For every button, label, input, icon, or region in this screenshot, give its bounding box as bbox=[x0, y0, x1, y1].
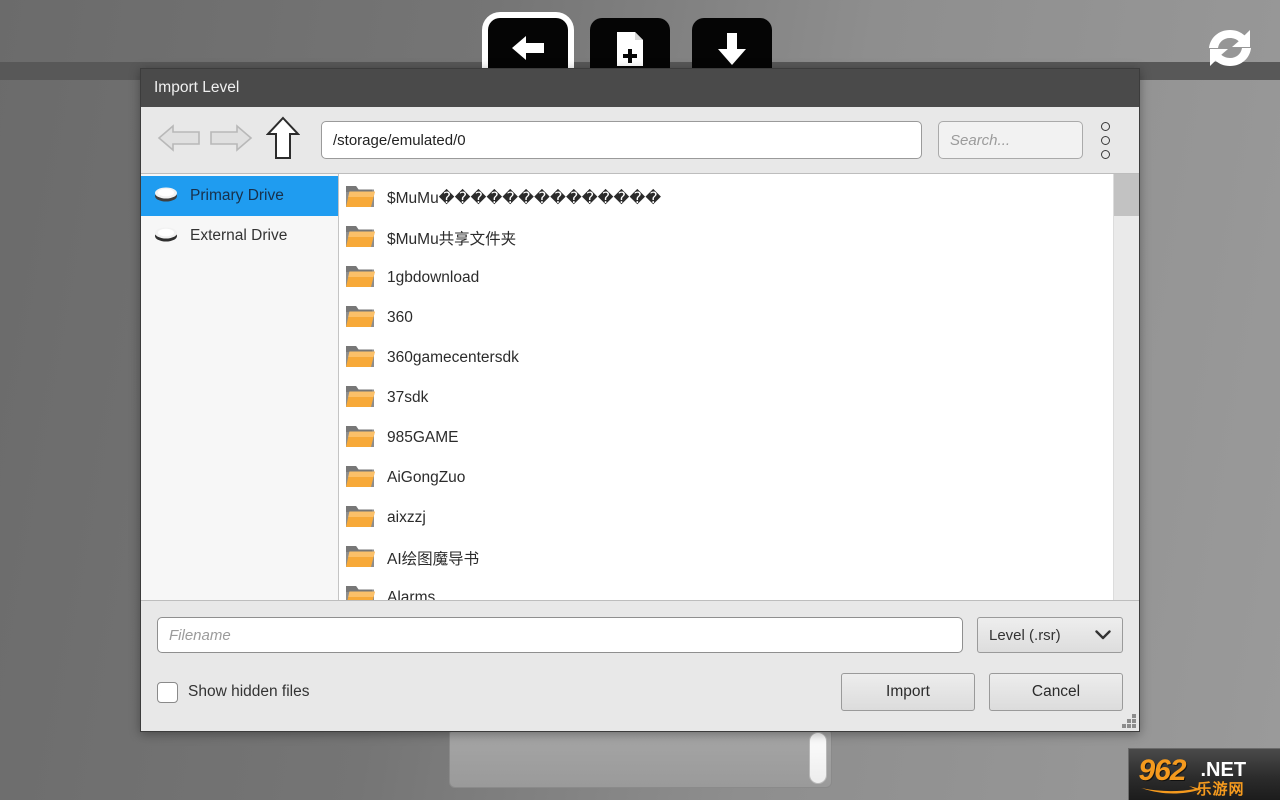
file-name: $MuMu共享文件夹 bbox=[387, 231, 517, 248]
file-row[interactable]: AI绘图魔导书 bbox=[339, 538, 1139, 578]
refresh-button[interactable] bbox=[1200, 20, 1260, 80]
file-row[interactable]: $MuMu共享文件夹 bbox=[339, 218, 1139, 258]
overflow-menu-icon[interactable] bbox=[1083, 114, 1127, 166]
drive-icon bbox=[153, 184, 179, 209]
file-row[interactable]: 1gbdownload bbox=[339, 258, 1139, 298]
file-name: 360 bbox=[387, 309, 413, 326]
file-row[interactable]: $MuMu�������������� bbox=[339, 178, 1139, 218]
places-sidebar: Primary Drive External Drive bbox=[141, 174, 339, 600]
filename-input[interactable]: Filename bbox=[157, 617, 963, 653]
dialog-title: Import Level bbox=[154, 79, 240, 96]
background-panel-scroll-thumb[interactable] bbox=[809, 732, 827, 784]
new-file-plus-icon bbox=[612, 29, 648, 69]
file-row[interactable]: aixzzj bbox=[339, 498, 1139, 538]
back-button[interactable] bbox=[153, 114, 205, 166]
resize-grip-icon[interactable] bbox=[1122, 714, 1136, 728]
file-row[interactable]: AiGongZuo bbox=[339, 458, 1139, 498]
file-name: 37sdk bbox=[387, 389, 429, 406]
show-hidden-files-checkbox[interactable] bbox=[157, 681, 178, 703]
menu-dot bbox=[1100, 149, 1110, 159]
file-name: aixzzj bbox=[387, 509, 426, 526]
file-name: AI绘图魔导书 bbox=[387, 551, 480, 568]
folder-icon bbox=[345, 503, 375, 534]
file-list-pane: $MuMu�������������� $MuMu共享文件夹 1gbdownlo… bbox=[339, 174, 1139, 600]
chevron-down-icon bbox=[1095, 627, 1111, 644]
up-button[interactable] bbox=[257, 114, 309, 166]
folder-icon bbox=[345, 183, 375, 214]
dialog-body: Primary Drive External Drive $MuMu������… bbox=[141, 173, 1139, 601]
show-hidden-files-toggle[interactable]: Show hidden files bbox=[157, 681, 310, 703]
dialog-titlebar: Import Level bbox=[141, 69, 1139, 107]
filetype-select[interactable]: Level (.rsr) bbox=[977, 617, 1123, 653]
file-name: 360gamecentersdk bbox=[387, 349, 519, 366]
folder-icon bbox=[345, 223, 375, 254]
import-button[interactable]: Import bbox=[841, 673, 975, 711]
file-name: Alarms bbox=[387, 589, 436, 600]
dialog-footer: Filename Level (.rsr) Show hidden files … bbox=[141, 601, 1139, 731]
folder-icon bbox=[345, 303, 375, 334]
refresh-sync-icon bbox=[1203, 21, 1257, 80]
back-arrow-icon bbox=[157, 123, 201, 158]
watermark: 962 .NET 乐游网 bbox=[1128, 748, 1280, 800]
search-input[interactable]: Search... bbox=[938, 121, 1083, 159]
file-name: 985GAME bbox=[387, 429, 459, 446]
file-row[interactable]: 360 bbox=[339, 298, 1139, 338]
forward-arrow-icon bbox=[209, 123, 253, 158]
filetype-value: Level (.rsr) bbox=[989, 626, 1061, 644]
file-row[interactable]: Alarms bbox=[339, 578, 1139, 600]
file-list: $MuMu�������������� $MuMu共享文件夹 1gbdownlo… bbox=[339, 174, 1139, 600]
folder-icon bbox=[345, 423, 375, 454]
download-arrow-icon bbox=[714, 29, 750, 69]
file-row[interactable]: 985GAME bbox=[339, 418, 1139, 458]
path-input[interactable]: /storage/emulated/0 bbox=[321, 121, 922, 159]
menu-dot bbox=[1100, 121, 1110, 131]
file-row[interactable]: 360gamecentersdk bbox=[339, 338, 1139, 378]
filename-placeholder: Filename bbox=[169, 626, 231, 644]
file-name: AiGongZuo bbox=[387, 469, 466, 486]
file-name: 1gbdownload bbox=[387, 269, 480, 286]
file-list-scrollbar[interactable] bbox=[1113, 174, 1139, 600]
background-panel bbox=[449, 728, 832, 788]
folder-icon bbox=[345, 583, 375, 600]
undo-arrow-icon bbox=[506, 31, 550, 67]
sidebar-item-external-drive[interactable]: External Drive bbox=[141, 216, 338, 256]
dialog-toolbar: /storage/emulated/0 Search... bbox=[141, 107, 1139, 173]
folder-icon bbox=[345, 343, 375, 374]
sidebar-item-label: External Drive bbox=[190, 227, 288, 244]
forward-button[interactable] bbox=[205, 114, 257, 166]
file-list-scroll-thumb[interactable] bbox=[1114, 174, 1139, 216]
file-name: $MuMu�������������� bbox=[387, 189, 662, 207]
up-arrow-icon bbox=[265, 116, 301, 165]
show-hidden-files-label: Show hidden files bbox=[188, 683, 310, 700]
sidebar-item-primary-drive[interactable]: Primary Drive bbox=[141, 176, 338, 216]
watermark-chinese-text: 乐游网 bbox=[1196, 780, 1245, 798]
import-level-dialog: Import Level /storage/emulated/0 Search.… bbox=[140, 68, 1140, 732]
search-placeholder: Search... bbox=[950, 131, 1011, 149]
menu-dot bbox=[1100, 135, 1110, 145]
folder-icon bbox=[345, 263, 375, 294]
folder-icon bbox=[345, 383, 375, 414]
folder-icon bbox=[345, 463, 375, 494]
path-value: /storage/emulated/0 bbox=[333, 131, 466, 149]
drive-icon bbox=[153, 224, 179, 249]
watermark-swoosh-icon bbox=[1140, 783, 1201, 795]
sidebar-item-label: Primary Drive bbox=[190, 187, 284, 204]
file-row[interactable]: 37sdk bbox=[339, 378, 1139, 418]
folder-icon bbox=[345, 543, 375, 574]
cancel-button[interactable]: Cancel bbox=[989, 673, 1123, 711]
